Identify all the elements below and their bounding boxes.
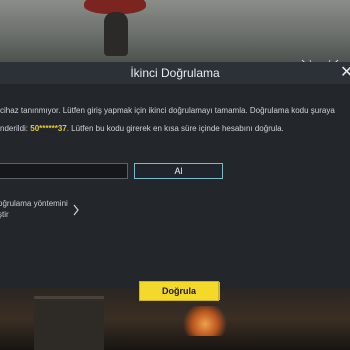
second-verification-dialog: İkinci Doğrulama ✕ cihaz tanınmıyor. Lüt… [0,62,350,300]
message-line-1: cihaz tanınmıyor. Lütfen giriş yapmak iç… [0,106,335,115]
message-suffix: . Lütfen bu kodu girerek en kısa süre iç… [66,124,284,133]
message-line-2: nderildi: 50******37. Lütfen bu kodu gir… [0,120,348,138]
get-code-button[interactable]: Al [134,163,223,179]
verification-code-input[interactable] [0,163,128,179]
chevron-right-icon [73,204,79,216]
background-sky [0,0,350,62]
change-verification-method[interactable]: oğrulama yöntemini ştir [0,198,90,230]
change-method-label: oğrulama yöntemini ştir [0,199,68,219]
character-image [104,12,128,56]
verification-message: cihaz tanınmıyor. Lütfen giriş yapmak iç… [0,102,348,138]
dialog-body: cihaz tanınmıyor. Lütfen giriş yapmak iç… [0,84,350,300]
fire-image [182,306,228,336]
dialog-header: İkinci Doğrulama ✕ [0,62,350,85]
verify-button[interactable]: Doğrula [140,282,218,300]
building-image [34,296,104,350]
close-icon[interactable]: ✕ [340,64,350,82]
dialog-title: İkinci Doğrulama [130,66,220,80]
masked-phone-number: 50******37 [30,124,67,133]
message-prefix: nderildi: [0,124,31,133]
